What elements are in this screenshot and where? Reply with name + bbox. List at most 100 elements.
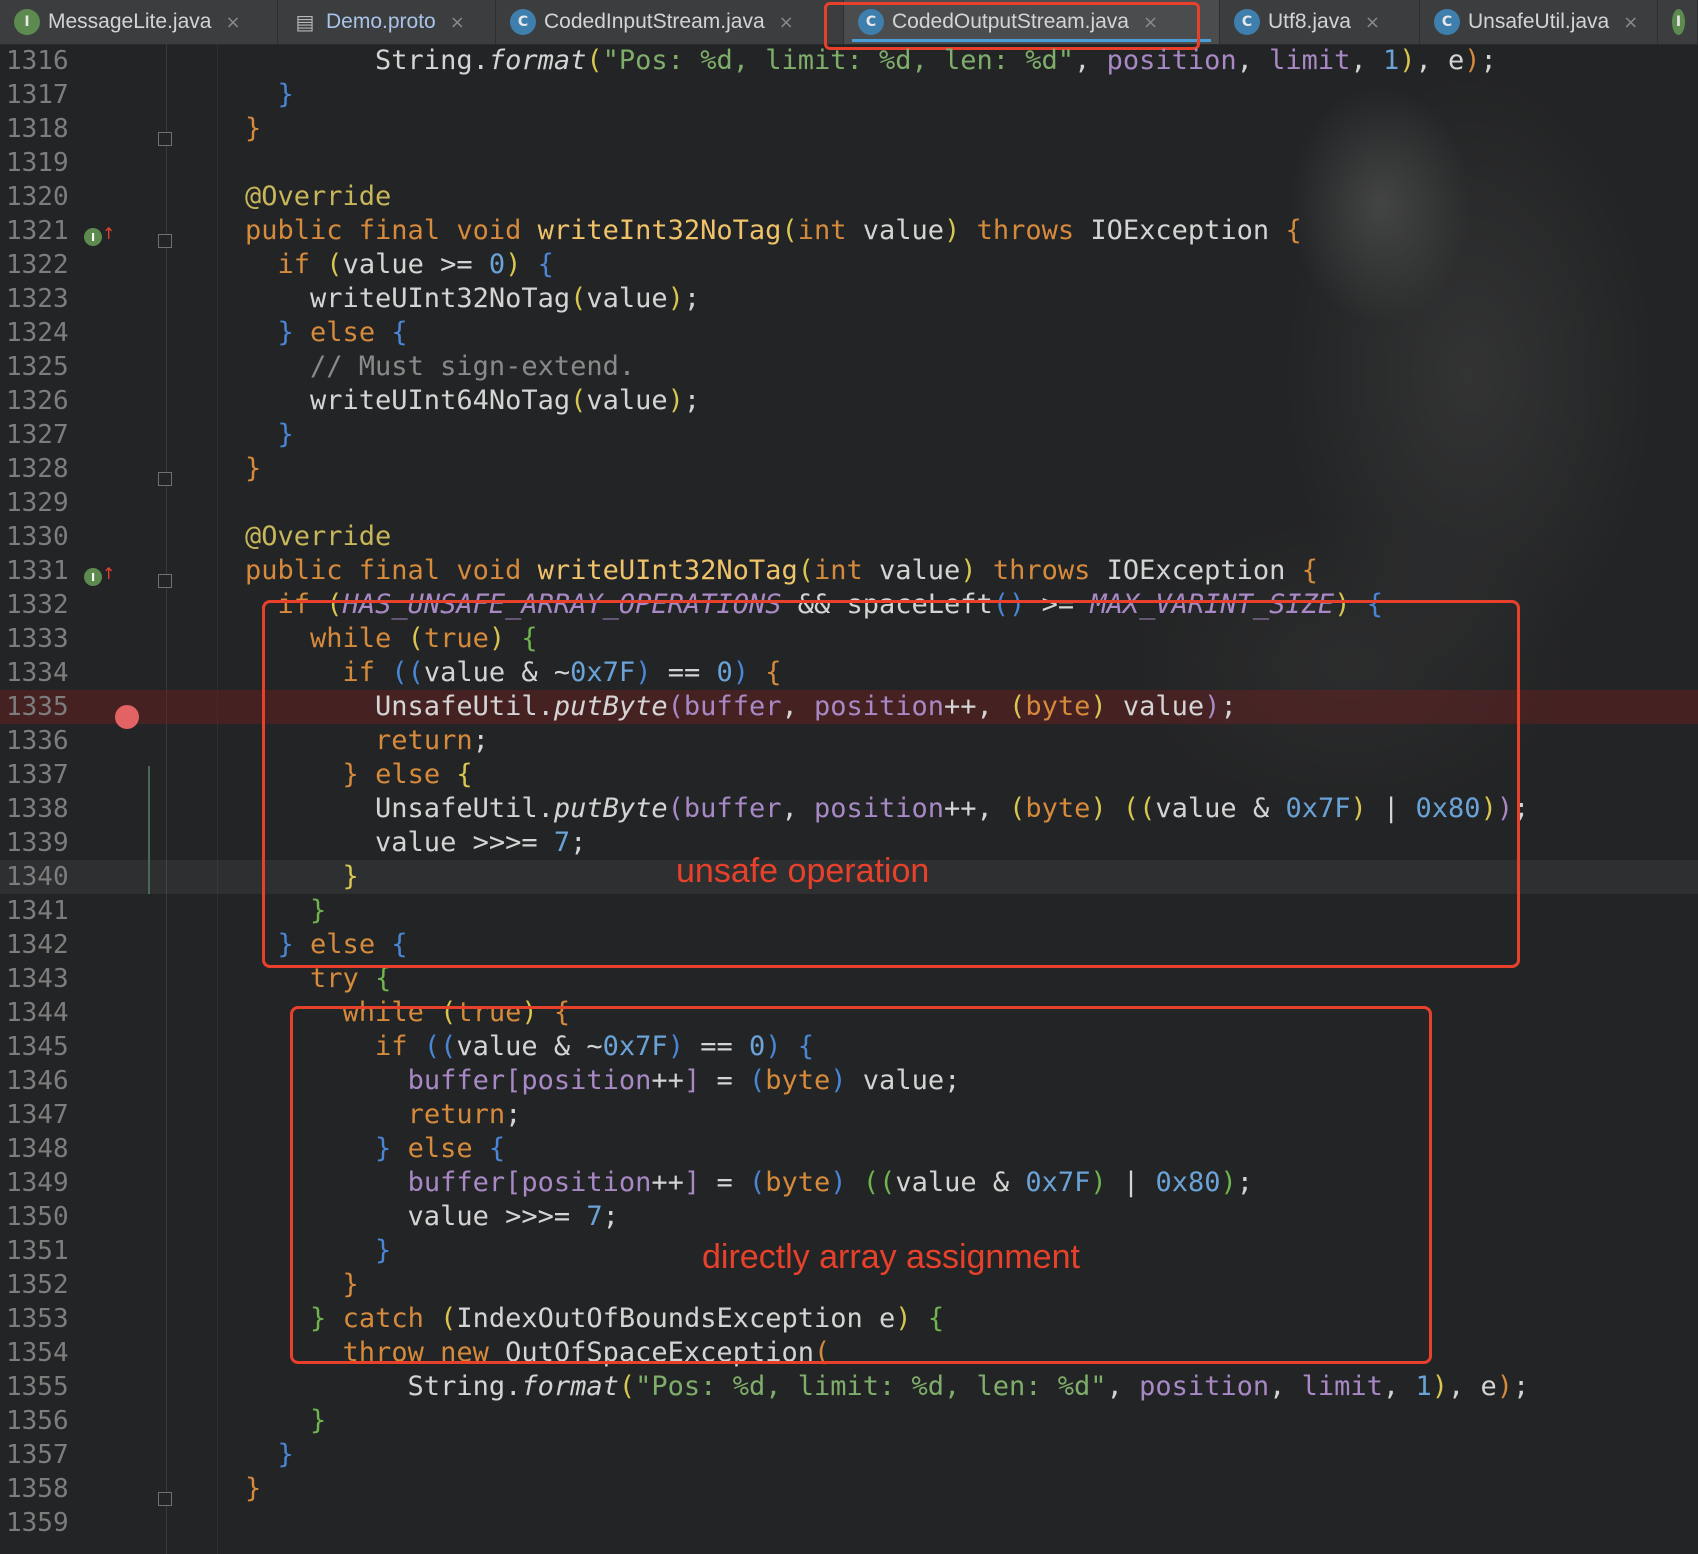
code-text: if (value >= 0) { xyxy=(277,249,554,280)
line-number: 1338 xyxy=(6,794,69,824)
close-tab-icon[interactable]: × xyxy=(1365,12,1380,33)
line-number: 1336 xyxy=(6,726,69,756)
code-line[interactable]: 1358} xyxy=(0,1472,1698,1506)
unsafe-operation-label: unsafe operation xyxy=(676,852,930,890)
line-number: 1321 xyxy=(6,216,69,246)
fold-collapse-icon[interactable] xyxy=(158,574,172,588)
tab-codedoutputstream-java[interactable]: C CodedOutputStream.java × xyxy=(844,0,1220,44)
breakpoint-icon[interactable] xyxy=(115,705,139,729)
code-line[interactable]: 1354 throw new OutOfSpaceException( xyxy=(0,1336,1698,1370)
code-line[interactable]: 1330 @Override xyxy=(0,520,1698,554)
line-number: 1344 xyxy=(6,998,69,1028)
code-line[interactable]: 1345 if ((value & ~0x7F) == 0) { xyxy=(0,1030,1698,1064)
code-line[interactable]: 1337 } else { xyxy=(0,758,1698,792)
code-line[interactable]: 1333 while (true) { xyxy=(0,622,1698,656)
code-line[interactable]: 1332 if (HAS_UNSAFE_ARRAY_OPERATIONS && … xyxy=(0,588,1698,622)
close-tab-icon[interactable]: × xyxy=(1623,12,1638,33)
code-line[interactable]: 1348 } else { xyxy=(0,1132,1698,1166)
code-text: writeUInt64NoTag(value); xyxy=(245,385,701,416)
code-text: } else { xyxy=(277,929,408,960)
line-number: 1331 xyxy=(6,556,69,586)
interface-icon: I xyxy=(1672,9,1685,35)
line-number: 1327 xyxy=(6,420,69,450)
line-number: 1333 xyxy=(6,624,69,654)
code-line[interactable]: 1331 public final void writeUInt32NoTag(i… xyxy=(0,554,1698,588)
code-line[interactable]: 1323 writeUInt32NoTag(value); xyxy=(0,282,1698,316)
code-text: while (true) { xyxy=(310,623,538,654)
code-text: String.format("Pos: %d, limit: %d, len: … xyxy=(245,1371,1530,1402)
code-line[interactable]: 1355 String.format("Pos: %d, limit: %d, … xyxy=(0,1370,1698,1404)
tab-overflow[interactable]: I xyxy=(1658,0,1698,44)
line-number: 1355 xyxy=(6,1372,69,1402)
tab-unsafeutil-java[interactable]: C UnsafeUtil.java × xyxy=(1420,0,1658,44)
line-number: 1352 xyxy=(6,1270,69,1300)
code-editor[interactable]: 1316 String.format("Pos: %d, limit: %d, … xyxy=(0,44,1698,1554)
code-line[interactable]: 1346 buffer[position++] = (byte) value; xyxy=(0,1064,1698,1098)
tab-label: CodedInputStream.java xyxy=(544,10,765,33)
line-number: 1323 xyxy=(6,284,69,314)
code-line[interactable]: 1335 UnsafeUtil.putByte(buffer, position… xyxy=(0,690,1698,724)
code-line[interactable]: 1319 xyxy=(0,146,1698,180)
code-line[interactable]: 1328} xyxy=(0,452,1698,486)
close-tab-icon[interactable]: × xyxy=(450,12,465,33)
code-line[interactable]: 1359 xyxy=(0,1506,1698,1540)
tab-messagelite-java[interactable]: I MessageLite.java × xyxy=(0,0,278,44)
close-tab-icon[interactable]: × xyxy=(779,12,794,33)
navigate-up-arrow-icon[interactable]: ↑ xyxy=(102,224,115,243)
code-line[interactable]: 1338 UnsafeUtil.putByte(buffer, position… xyxy=(0,792,1698,826)
code-line[interactable]: 1347 return; xyxy=(0,1098,1698,1132)
line-number: 1320 xyxy=(6,182,69,212)
code-text: if ((value & ~0x7F) == 0) { xyxy=(342,657,782,688)
line-number: 1346 xyxy=(6,1066,69,1096)
code-line[interactable]: 1344 while (true) { xyxy=(0,996,1698,1030)
code-line[interactable]: 1353 } catch (IndexOutOfBoundsException … xyxy=(0,1302,1698,1336)
code-line[interactable]: 1316 String.format("Pos: %d, limit: %d, … xyxy=(0,44,1698,78)
code-line[interactable]: 1334 if ((value & ~0x7F) == 0) { xyxy=(0,656,1698,690)
line-number: 1345 xyxy=(6,1032,69,1062)
code-line[interactable]: 1321 public final void writeInt32NoTag(in… xyxy=(0,214,1698,248)
tab-utf8-java[interactable]: C Utf8.java × xyxy=(1220,0,1420,44)
fold-collapse-icon[interactable] xyxy=(158,234,172,248)
vcs-change-marker[interactable] xyxy=(148,766,150,894)
code-line[interactable]: 1324 } else { xyxy=(0,316,1698,350)
line-number: 1335 xyxy=(6,692,69,722)
code-line[interactable]: 1341 } xyxy=(0,894,1698,928)
code-line[interactable]: 1343 try { xyxy=(0,962,1698,996)
implements-method-icon[interactable]: I xyxy=(84,568,102,586)
code-line[interactable]: 1318} xyxy=(0,112,1698,146)
code-line[interactable]: 1322 if (value >= 0) { xyxy=(0,248,1698,282)
fold-collapse-icon[interactable] xyxy=(158,132,172,146)
line-number: 1347 xyxy=(6,1100,69,1130)
tab-label: UnsafeUtil.java xyxy=(1468,10,1610,33)
code-line[interactable]: 1357 } xyxy=(0,1438,1698,1472)
code-text: public final void writeUInt32NoTag(int v… xyxy=(245,555,1318,586)
close-tab-icon[interactable]: × xyxy=(225,12,240,33)
tab-label: MessageLite.java xyxy=(48,10,212,33)
line-number: 1356 xyxy=(6,1406,69,1436)
line-number: 1353 xyxy=(6,1304,69,1334)
fold-collapse-icon[interactable] xyxy=(158,472,172,486)
code-text: @Override xyxy=(245,181,392,212)
line-number: 1349 xyxy=(6,1168,69,1198)
code-line[interactable]: 1329 xyxy=(0,486,1698,520)
code-line[interactable]: 1320 @Override xyxy=(0,180,1698,214)
code-line[interactable]: 1350 value >>>= 7; xyxy=(0,1200,1698,1234)
code-line[interactable]: 1317 } xyxy=(0,78,1698,112)
code-line[interactable]: 1327 } xyxy=(0,418,1698,452)
line-number: 1358 xyxy=(6,1474,69,1504)
fold-collapse-icon[interactable] xyxy=(158,1492,172,1506)
tab-codedinputstream-java[interactable]: C CodedInputStream.java × xyxy=(496,0,844,44)
navigate-up-arrow-icon[interactable]: ↑ xyxy=(102,564,115,583)
code-text: } xyxy=(245,453,262,484)
code-line[interactable]: 1326 writeUInt64NoTag(value); xyxy=(0,384,1698,418)
line-number: 1325 xyxy=(6,352,69,382)
code-line[interactable]: 1325 // Must sign-extend. xyxy=(0,350,1698,384)
close-tab-icon[interactable]: × xyxy=(1143,12,1158,33)
tab-demo-proto[interactable]: ▤ Demo.proto × xyxy=(278,0,496,44)
implements-method-icon[interactable]: I xyxy=(84,228,102,246)
code-line[interactable]: 1349 buffer[position++] = (byte) ((value… xyxy=(0,1166,1698,1200)
code-line[interactable]: 1336 return; xyxy=(0,724,1698,758)
line-number: 1328 xyxy=(6,454,69,484)
code-line[interactable]: 1342 } else { xyxy=(0,928,1698,962)
code-line[interactable]: 1356 } xyxy=(0,1404,1698,1438)
